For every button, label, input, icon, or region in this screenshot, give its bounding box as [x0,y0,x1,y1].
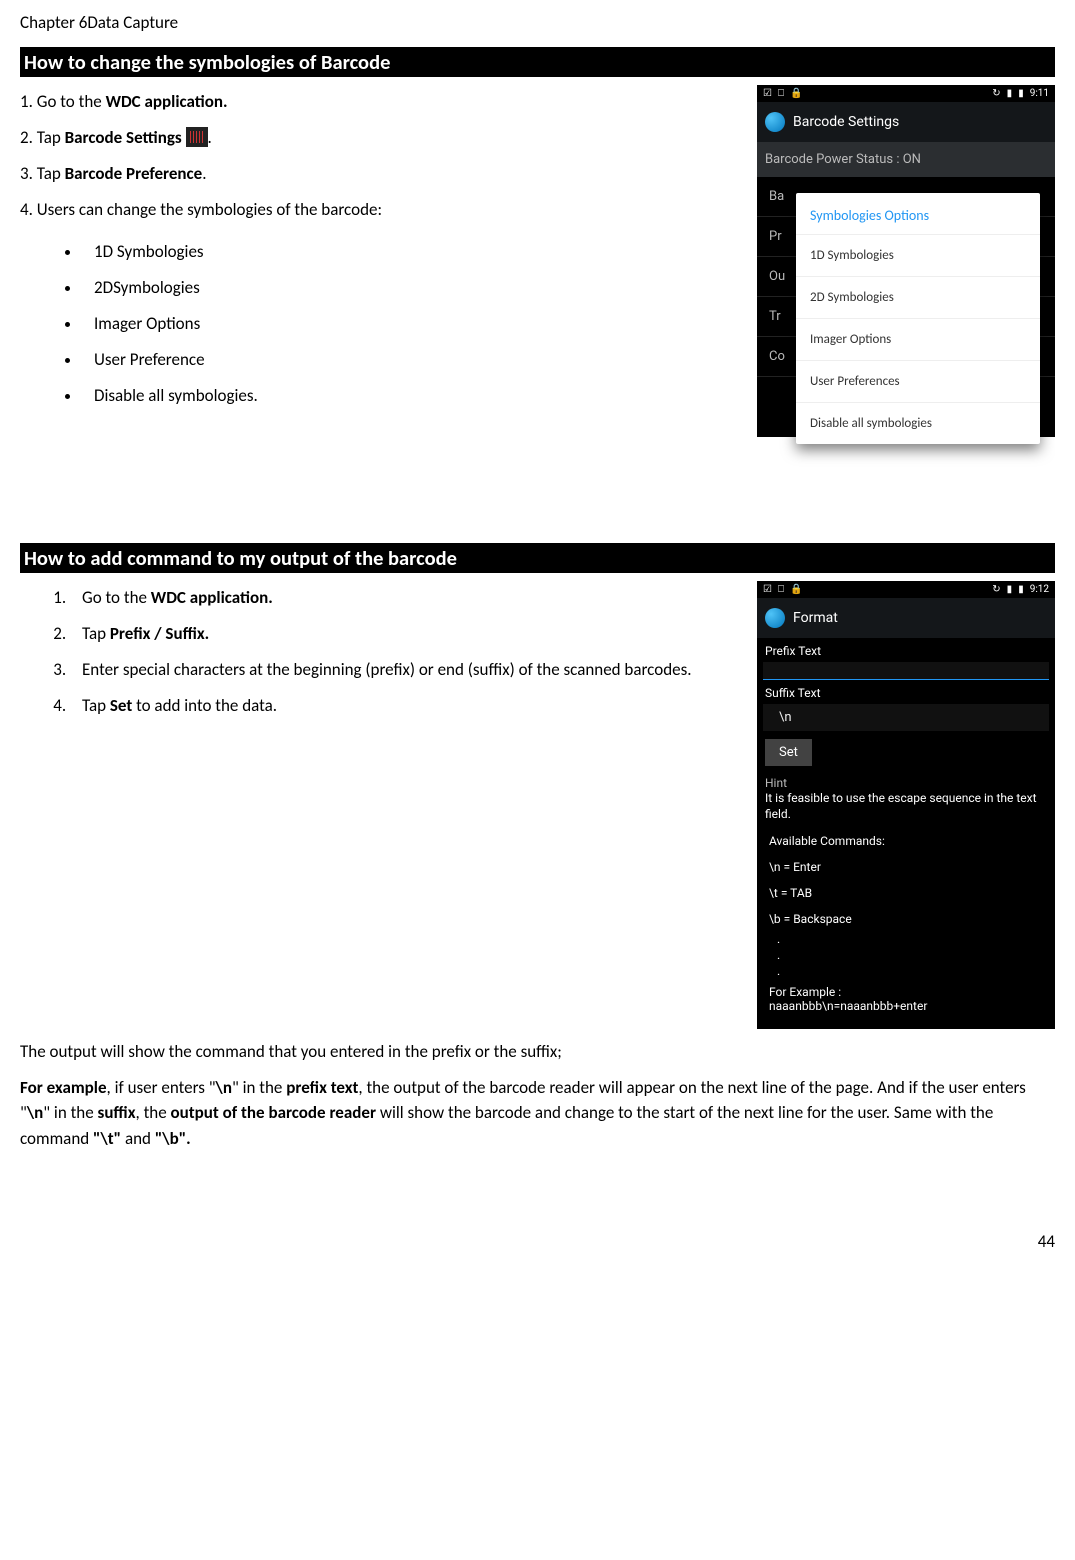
hint-label: Hint [757,774,1055,790]
wdc-icon [765,112,785,132]
list-item: Go to the WDC application. [70,581,747,615]
battery-icon: ▮ [1018,88,1024,99]
step-2: 2. Tap Barcode Settings . [20,121,747,155]
list-item: 1D Symbologies [82,235,747,269]
section1-title: How to change the symbologies of Barcode [20,47,1055,77]
chapter-header: Chapter 6Data Capture [20,12,1055,33]
list-item: User Preference [82,343,747,377]
list-item: Tap Prefix / Suffix. [70,617,747,651]
lock-icon: 🔒 [790,584,802,595]
suffix-label: Suffix Text [757,680,1055,704]
symbologies-dialog: Symbologies Options 1D Symbologies 2D Sy… [796,193,1040,444]
command-row: \b = Backspace [757,906,1055,932]
signal-icon: ▮ [1007,584,1013,595]
option-user-pref[interactable]: User Preferences [796,360,1040,402]
option-imager[interactable]: Imager Options [796,318,1040,360]
sync-icon: ↻ [992,584,1000,595]
suffix-input[interactable]: \n [763,704,1049,731]
command-row: \t = TAB [757,880,1055,906]
option-disable-all[interactable]: Disable all symbologies [796,402,1040,444]
dialog-title: Symbologies Options [796,193,1040,234]
screenshot-symbologies: ☑ ⎕ 🔒 ↻ ▮ ▮ 9:11 Barcode Settings Barc [757,85,1055,533]
option-1d[interactable]: 1D Symbologies [796,234,1040,276]
list-item: Enter special characters at the beginnin… [70,653,747,687]
app-title: Format [793,610,838,626]
battery-icon: ▮ [1018,584,1024,595]
status-bar: ☑ ⎕ 🔒 ↻ ▮ ▮ 9:12 [757,581,1055,598]
screenshot-format: ☑ ⎕ 🔒 ↻ ▮ ▮ 9:12 Format Prefix Text Suff… [757,581,1055,1029]
commands-title: Available Commands: [757,828,1055,854]
clock: 9:12 [1030,584,1049,595]
example-block: For Example : naaanbbb\n=naaanbbb+enter [757,979,1055,1043]
app-bar: Format [757,598,1055,638]
power-status: Barcode Power Status : ON [757,142,1055,177]
set-button[interactable]: Set [765,739,812,766]
lock-icon: 🔒 [790,88,802,99]
app-bar: Barcode Settings [757,102,1055,142]
command-row: \n = Enter [757,854,1055,880]
step-1: 1. Go to the WDC application. [20,85,747,119]
symbologies-list: 1D Symbologies 2DSymbologies Imager Opti… [20,235,747,413]
steps-list: Go to the WDC application. Tap Prefix / … [20,581,747,723]
app-title: Barcode Settings [793,114,899,130]
list-item: Tap Set to add into the data. [70,689,747,723]
notification-icon: ⎕ [778,584,784,595]
option-2d[interactable]: 2D Symbologies [796,276,1040,318]
clock: 9:11 [1030,88,1049,99]
prefix-input[interactable] [763,662,1049,680]
step-3: 3. Tap Barcode Preference. [20,157,747,191]
ellipsis: ... [757,932,1055,979]
example-paragraph: For example, if user enters "\n" in the … [20,1075,1055,1152]
wdc-icon [765,608,785,628]
checkbox-icon: ☑ [763,584,772,595]
barcode-icon [186,127,208,147]
hint-text: It is feasible to use the escape sequenc… [757,790,1055,828]
signal-icon: ▮ [1007,88,1013,99]
status-bar: ☑ ⎕ 🔒 ↻ ▮ ▮ 9:11 [757,85,1055,102]
checkbox-icon: ☑ [763,88,772,99]
sync-icon: ↻ [992,88,1000,99]
list-item: Imager Options [82,307,747,341]
notification-icon: ⎕ [778,88,784,99]
list-item: 2DSymbologies [82,271,747,305]
step-4: 4. Users can change the symbologies of t… [20,193,747,227]
section2-title: How to add command to my output of the b… [20,543,1055,573]
prefix-label: Prefix Text [757,638,1055,662]
page-number: 44 [20,1231,1055,1252]
list-item: Disable all symbologies. [82,379,747,413]
